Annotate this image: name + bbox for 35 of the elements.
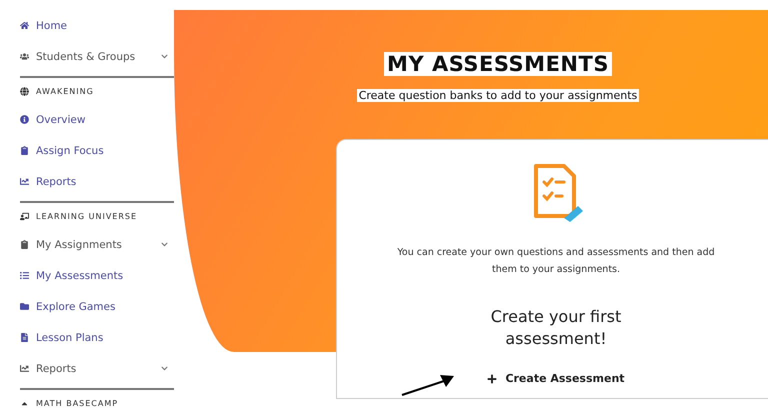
chart-icon (20, 177, 29, 186)
sidebar-item[interactable]: Home (20, 10, 174, 41)
section-heading: AWAKENING (36, 86, 95, 96)
sidebar-item[interactable]: My Assignments (20, 229, 174, 260)
chevron-icon (161, 241, 168, 248)
chart-icon (20, 364, 29, 373)
page-title: MY ASSESSMENTS (384, 52, 612, 76)
chevron-icon (161, 365, 168, 372)
page-subtitle: Create question banks to add to your assignments (356, 89, 640, 102)
document-icon (20, 333, 29, 342)
sidebar-item[interactable]: My Assessments (20, 260, 174, 291)
clipboard-icon (20, 240, 29, 249)
clipboard-icon (20, 146, 29, 155)
home-icon (20, 21, 29, 30)
sidebar-item[interactable]: Students & Groups (20, 41, 174, 72)
board-icon (20, 212, 29, 220)
info-icon (20, 115, 29, 124)
sidebar-item[interactable]: Reports (20, 166, 174, 197)
list-icon (20, 271, 29, 280)
users-icon (20, 52, 29, 61)
empty-state-heading: Create your first assessment! (490, 306, 622, 350)
globe-icon (20, 86, 29, 96)
sidebar-item[interactable]: Explore Games (20, 291, 174, 322)
section-heading: MATH BASECAMP (36, 398, 120, 408)
folder-icon (20, 302, 29, 311)
section-heading: LEARNING UNIVERSE (36, 212, 138, 220)
sidebar-item[interactable]: Assign Focus (20, 135, 174, 166)
pointer-arrow (400, 373, 456, 397)
plus-icon (487, 374, 498, 384)
description-text: You can create your own questions and assessments and then add them to your assignments. (396, 246, 716, 277)
sidebar-item[interactable]: Overview (20, 104, 174, 135)
sidebar-item[interactable]: Lesson Plans (20, 322, 174, 353)
sidebar-item[interactable]: Reports (20, 353, 174, 384)
chevron-icon (161, 53, 168, 60)
create-assessment-button[interactable]: Create Assessment (485, 370, 627, 387)
